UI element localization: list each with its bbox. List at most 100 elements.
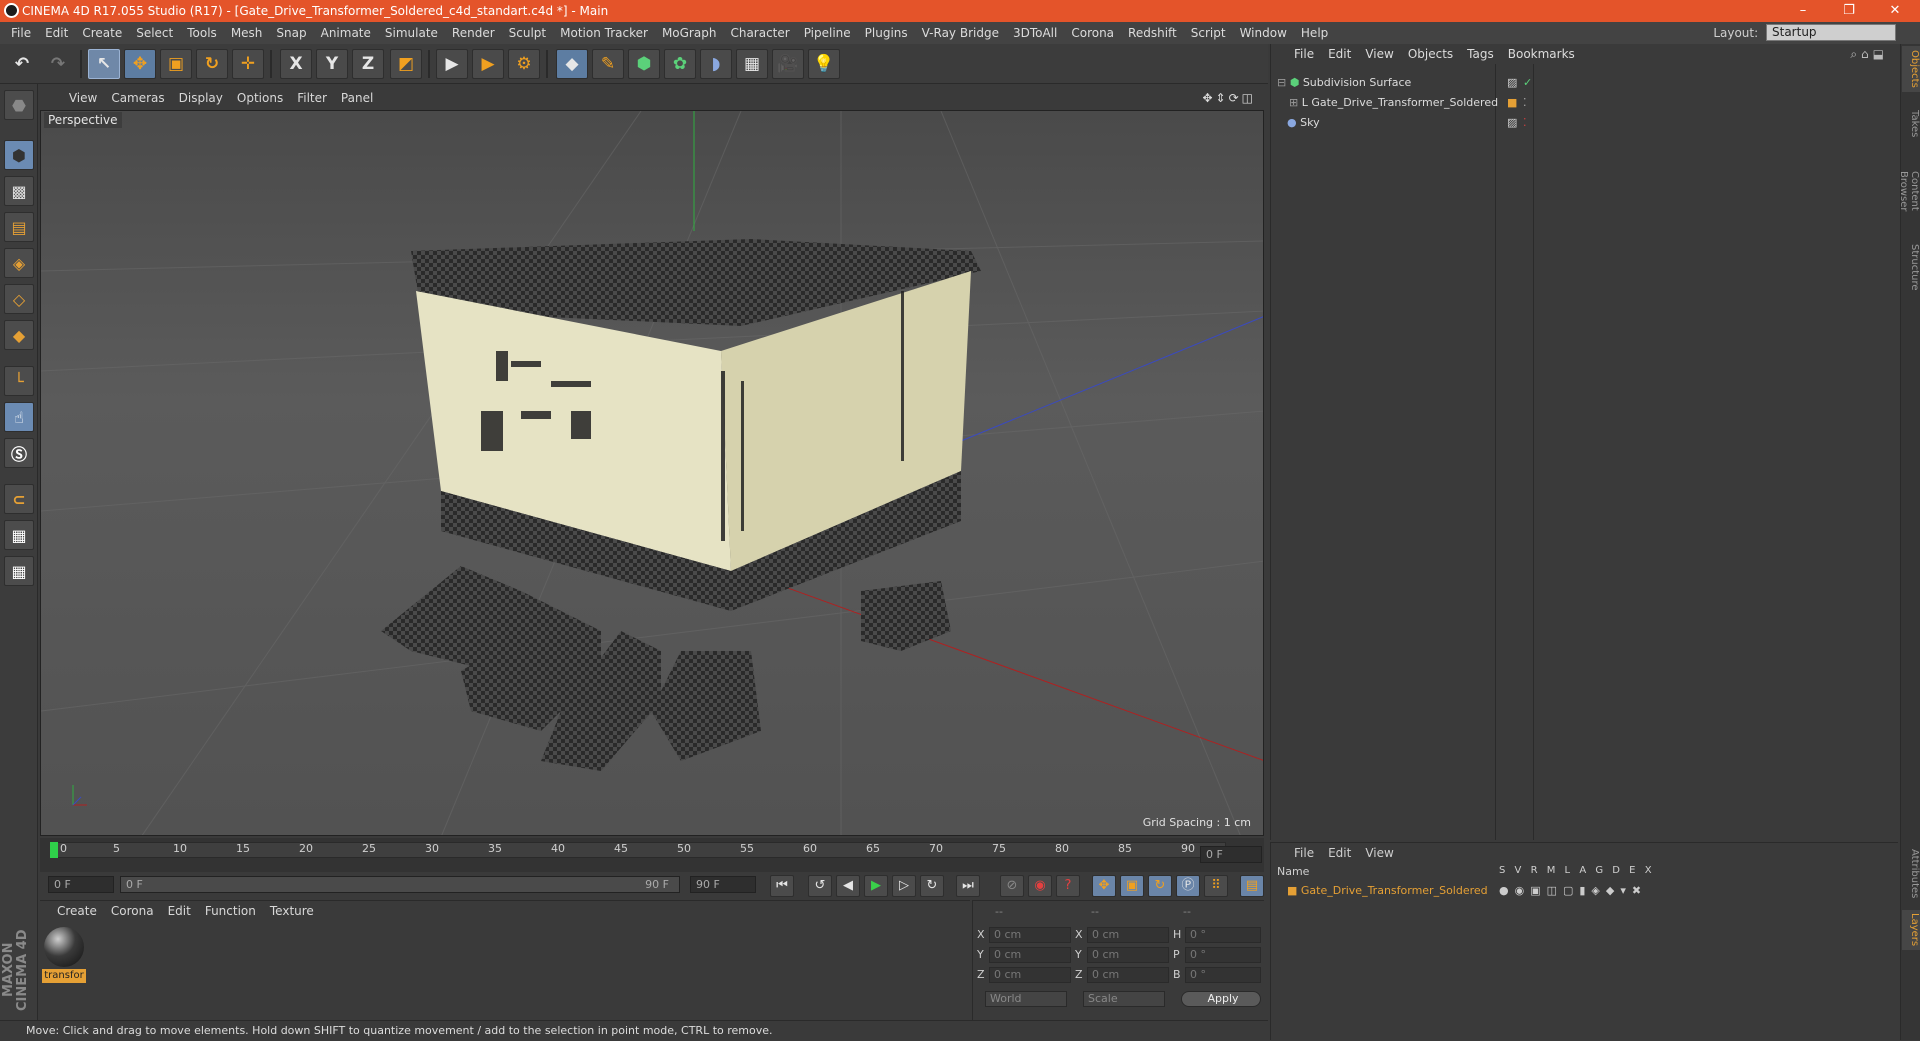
object-menu-file[interactable]: File: [1287, 44, 1321, 64]
menu-script[interactable]: Script: [1184, 22, 1233, 44]
menu-3dtoall[interactable]: 3DToAll: [1006, 22, 1064, 44]
menu-edit[interactable]: Edit: [38, 22, 75, 44]
go-to-end-icon[interactable]: ⏭: [956, 875, 980, 897]
next-frame-icon[interactable]: ▷: [892, 875, 916, 897]
material-menu-create[interactable]: Create: [50, 901, 104, 921]
rotate-icon[interactable]: ↻: [196, 49, 228, 79]
size-y-field[interactable]: 0 cm: [1087, 947, 1169, 963]
menu-vray-bridge[interactable]: V-Ray Bridge: [915, 22, 1006, 44]
snap-icon[interactable]: Ⓢ: [4, 438, 34, 468]
visibility-dots-icon[interactable]: ⁚: [1523, 94, 1527, 112]
cube-object-icon[interactable]: ◆: [556, 49, 588, 79]
material-menu-edit[interactable]: Edit: [161, 901, 198, 921]
menu-select[interactable]: Select: [129, 22, 180, 44]
menu-help[interactable]: Help: [1294, 22, 1335, 44]
minimize-button[interactable]: –: [1780, 0, 1826, 22]
render-settings-icon[interactable]: ⚙: [508, 49, 540, 79]
menu-sculpt[interactable]: Sculpt: [502, 22, 553, 44]
menu-simulate[interactable]: Simulate: [378, 22, 445, 44]
x-axis-lock-button[interactable]: X: [280, 49, 312, 79]
material-menu-function[interactable]: Function: [198, 901, 263, 921]
viewport-menu-panel[interactable]: Panel: [334, 88, 380, 108]
material-menu-texture[interactable]: Texture: [263, 901, 321, 921]
coordinate-system-icon[interactable]: ◩: [390, 49, 422, 79]
make-editable-icon[interactable]: ⬣: [4, 90, 34, 120]
layer-row[interactable]: ■ Gate_Drive_Transformer_Soldered ●◉▣◫▢▮…: [1287, 883, 1887, 899]
viewport-nav-icons[interactable]: ✥⇕⟳◫: [1202, 88, 1256, 108]
planar-workplane-icon[interactable]: ▦: [4, 556, 34, 586]
end-frame-field[interactable]: 90 F: [690, 876, 756, 893]
visibility-dots-icon[interactable]: ▨: [1507, 74, 1517, 92]
spline-pen-icon[interactable]: ✎: [592, 49, 624, 79]
visibility-dots-icon[interactable]: ⁚: [1523, 114, 1527, 132]
layer-color-icon[interactable]: ■: [1287, 884, 1297, 897]
render-picture-viewer-icon[interactable]: ▶: [472, 49, 504, 79]
cloner-icon[interactable]: ✿: [664, 49, 696, 79]
z-axis-lock-button[interactable]: Z: [352, 49, 384, 79]
menu-window[interactable]: Window: [1233, 22, 1294, 44]
viewport-menu-cameras[interactable]: Cameras: [104, 88, 171, 108]
key-position-icon[interactable]: ✥: [1092, 875, 1116, 897]
tweak-mode-icon[interactable]: ☝: [4, 402, 34, 432]
current-frame-field[interactable]: 0 F: [1200, 846, 1262, 863]
undo-icon[interactable]: ↶: [6, 49, 38, 79]
object-row-sky[interactable]: ● Sky ▨ ⁚: [1277, 114, 1901, 132]
object-row-gate-drive-transformer[interactable]: ⊞ L Gate_Drive_Transformer_Soldered ■ ⁚: [1277, 94, 1901, 112]
menu-plugins[interactable]: Plugins: [858, 22, 915, 44]
size-x-field[interactable]: 0 cm: [1087, 927, 1169, 943]
tab-layers[interactable]: Layers: [1902, 910, 1920, 950]
layer-menu-edit[interactable]: Edit: [1321, 843, 1358, 863]
menu-tools[interactable]: Tools: [180, 22, 224, 44]
edges-mode-icon[interactable]: ◇: [4, 284, 34, 314]
timeline-track[interactable]: [50, 842, 1226, 858]
next-key-icon[interactable]: ↻: [920, 875, 944, 897]
menu-motion-tracker[interactable]: Motion Tracker: [553, 22, 655, 44]
position-x-field[interactable]: 0 cm: [989, 927, 1071, 943]
close-button[interactable]: ✕: [1872, 0, 1918, 22]
playhead-marker[interactable]: [50, 842, 58, 858]
tab-objects[interactable]: Objects: [1902, 46, 1920, 92]
layer-menu-file[interactable]: File: [1287, 843, 1321, 863]
viewport-menu-display[interactable]: Display: [172, 88, 230, 108]
timeline-window-icon[interactable]: ▤: [1240, 875, 1264, 897]
tab-content-browser[interactable]: Content Browser: [1898, 150, 1920, 232]
menu-animate[interactable]: Animate: [314, 22, 378, 44]
viewport-menu-options[interactable]: Options: [230, 88, 290, 108]
keyframe-selection-icon[interactable]: ?: [1056, 875, 1080, 897]
key-parameter-icon[interactable]: Ⓟ: [1176, 875, 1200, 897]
live-selection-icon[interactable]: ↖: [88, 49, 120, 79]
viewport-menu-view[interactable]: View: [62, 88, 104, 108]
collapse-icon[interactable]: ⊟: [1277, 76, 1286, 89]
key-scale-icon[interactable]: ▣: [1120, 875, 1144, 897]
go-to-start-icon[interactable]: ⏮: [770, 875, 794, 897]
model-mode-icon[interactable]: ⬢: [4, 140, 34, 170]
play-icon[interactable]: ▶: [864, 875, 888, 897]
menu-file[interactable]: File: [4, 22, 38, 44]
layout-dropdown[interactable]: Startup: [1766, 24, 1896, 41]
menu-pipeline[interactable]: Pipeline: [797, 22, 858, 44]
visibility-dots-icon[interactable]: ▨: [1507, 114, 1517, 132]
menu-character[interactable]: Character: [723, 22, 796, 44]
position-z-field[interactable]: 0 cm: [989, 967, 1071, 983]
axis-mode-icon[interactable]: └: [4, 366, 34, 396]
autokey-icon[interactable]: ◉: [1028, 875, 1052, 897]
previous-key-icon[interactable]: ↺: [808, 875, 832, 897]
object-menu-view[interactable]: View: [1358, 44, 1400, 64]
render-view-icon[interactable]: ▶: [436, 49, 468, 79]
apply-button[interactable]: Apply: [1181, 991, 1261, 1007]
object-menu-objects[interactable]: Objects: [1401, 44, 1460, 64]
enabled-check-icon[interactable]: ✓: [1523, 74, 1532, 92]
menu-redshift[interactable]: Redshift: [1121, 22, 1184, 44]
workplane-mode-icon[interactable]: ▤: [4, 212, 34, 242]
polygons-mode-icon[interactable]: ◆: [4, 320, 34, 350]
tab-attributes[interactable]: Attributes: [1902, 844, 1920, 904]
rotation-b-field[interactable]: 0 °: [1185, 967, 1261, 983]
move-icon[interactable]: ✥: [124, 49, 156, 79]
object-manager-search-home-icons[interactable]: ⌕⌂⬓: [1850, 44, 1888, 64]
subdivision-surface-icon[interactable]: ⬢: [628, 49, 660, 79]
material-swatch[interactable]: transfor: [42, 925, 86, 985]
maximize-button[interactable]: ❐: [1826, 0, 1872, 22]
locked-workplane-icon[interactable]: ▦: [4, 520, 34, 550]
key-rotation-icon[interactable]: ↻: [1148, 875, 1172, 897]
menu-snap[interactable]: Snap: [269, 22, 313, 44]
